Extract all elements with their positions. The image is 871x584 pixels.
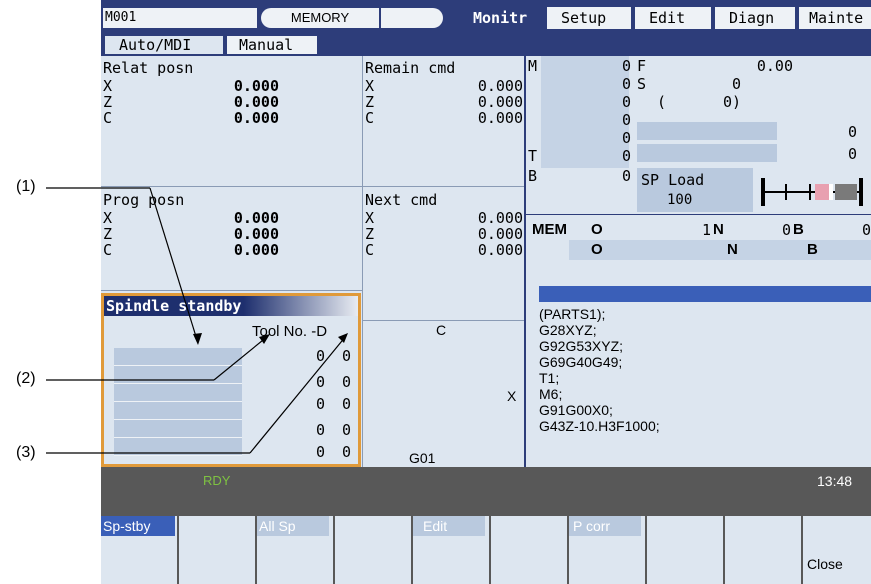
callout-3-arrowhead [338, 333, 348, 343]
callout-1-arrowhead [193, 333, 202, 345]
callout-lines [46, 187, 348, 454]
callout-3-leader [249, 335, 347, 454]
callout-2-leader [213, 335, 269, 381]
callout-1-leader [149, 187, 199, 344]
